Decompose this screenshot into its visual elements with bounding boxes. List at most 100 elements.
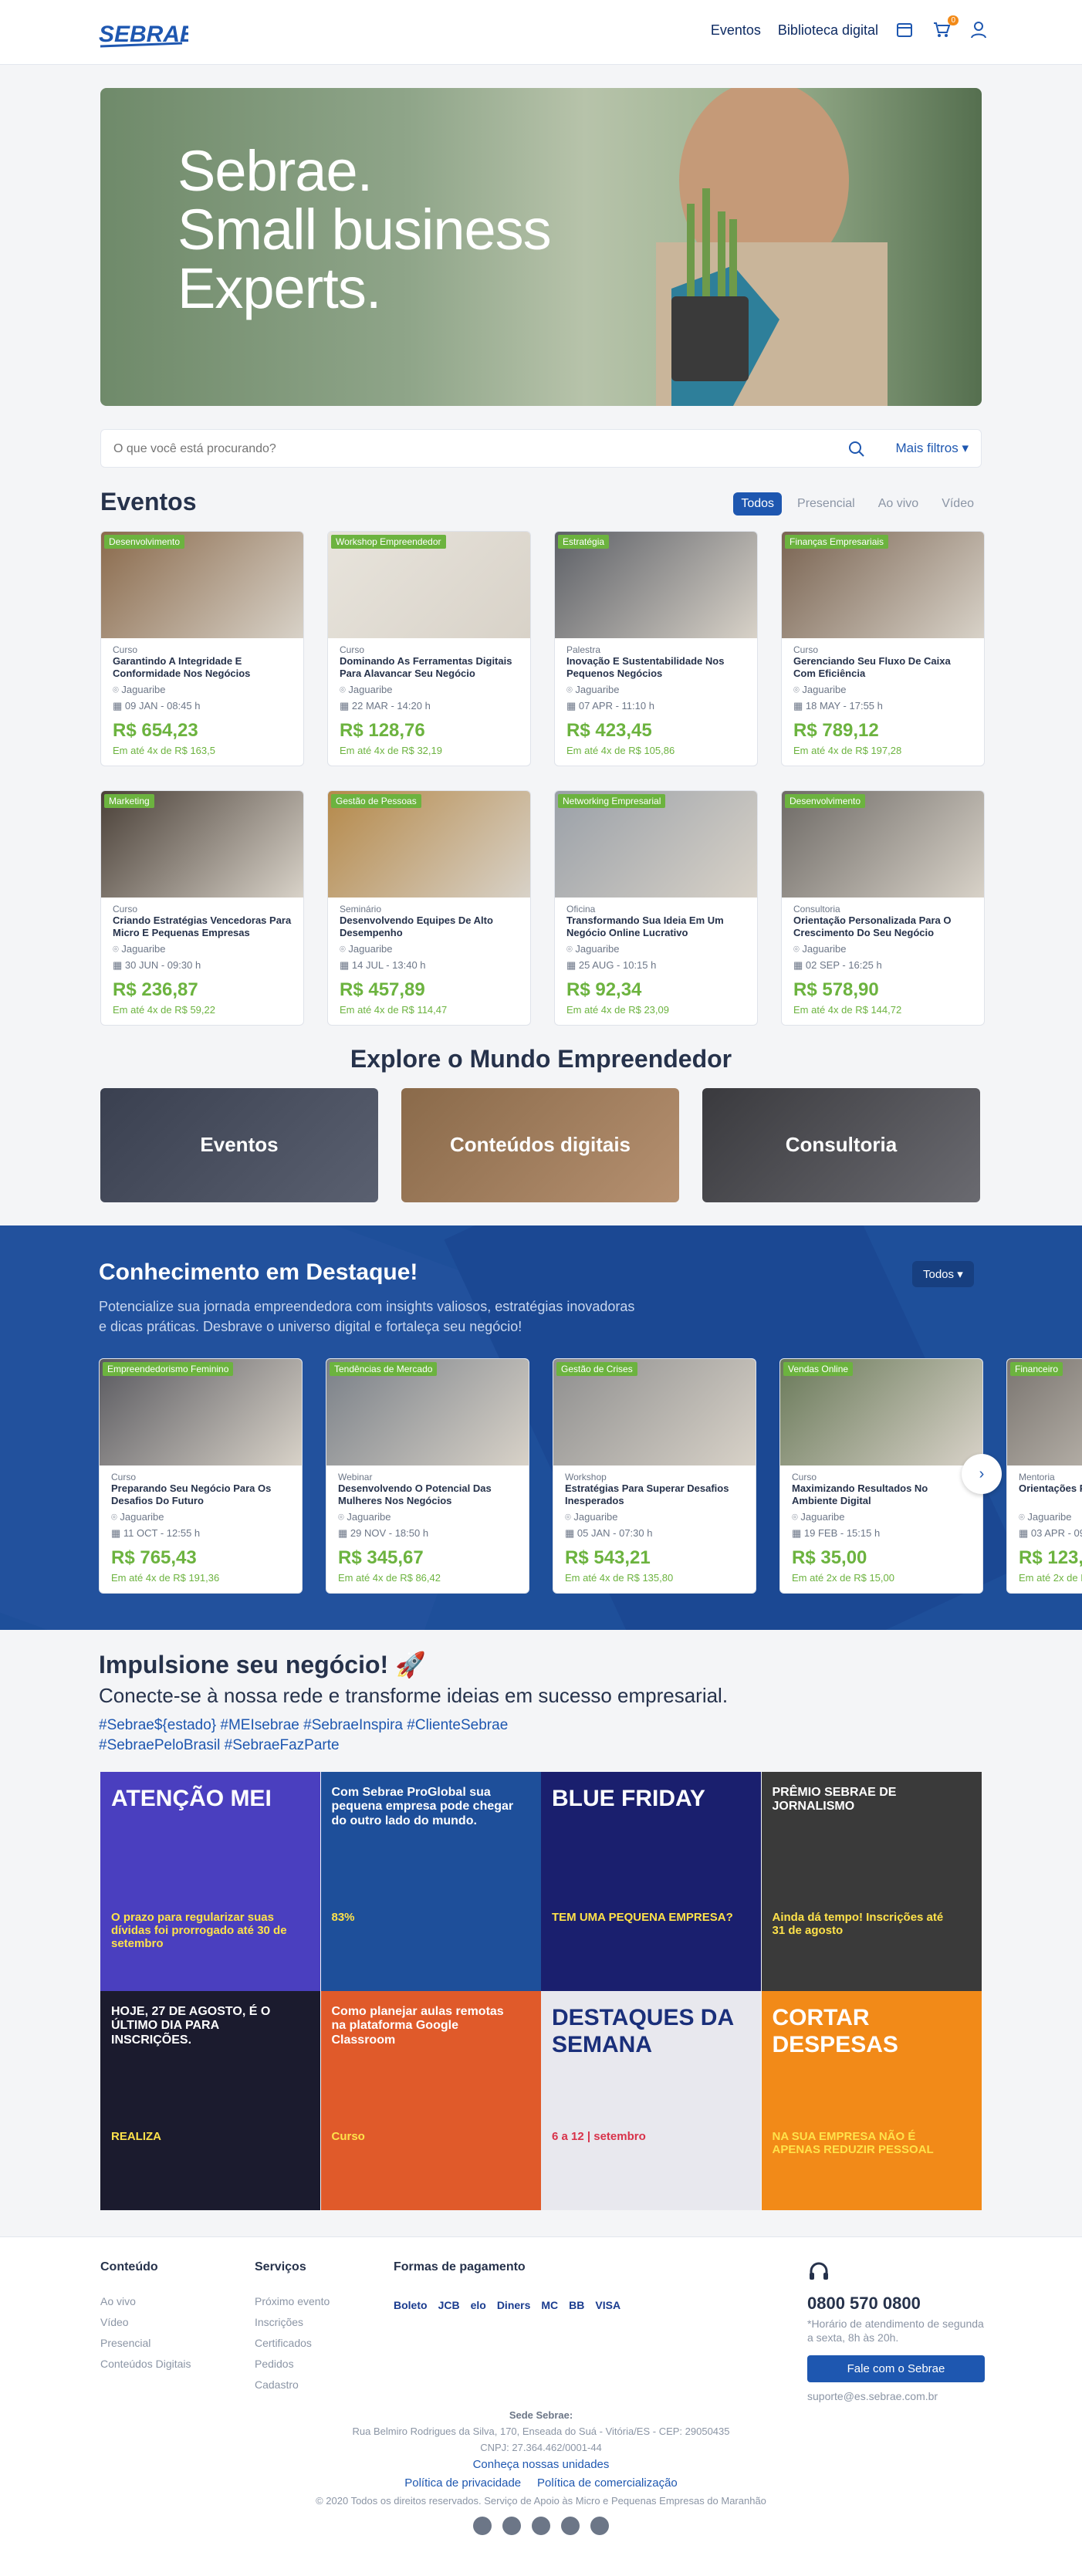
privacy-link[interactable]: Política de privacidade: [404, 2476, 521, 2490]
card-location: ⌾ Jaguaribe: [113, 943, 166, 955]
event-card[interactable]: Gestão de Pessoas Seminário Desenvolvendo …: [327, 790, 531, 1026]
support-email[interactable]: suporte@es.sebrae.com.br: [807, 2390, 985, 2402]
twitter-icon[interactable]: [502, 2517, 521, 2535]
card-type: Workshop: [565, 1472, 607, 1482]
event-card[interactable]: Tendências de Mercado Webinar Desenvolvend…: [326, 1358, 529, 1594]
social-post[interactable]: DESTAQUES DA SEMANA 6 a 12 | setembro: [541, 1991, 761, 2210]
elo-icon: elo: [470, 2299, 486, 2311]
footer-link[interactable]: Certificados: [255, 2333, 330, 2354]
instagram-icon[interactable]: [561, 2517, 580, 2535]
card-type: Curso: [792, 1472, 817, 1482]
card-date-text: 07 APR - 11:10 h: [578, 700, 654, 712]
main-nav: Eventos Biblioteca digital 0: [711, 15, 989, 40]
calendar-icon: ▦: [113, 700, 125, 712]
tile-consultoria[interactable]: Consultoria: [702, 1088, 980, 1202]
card-date: ▦ 18 MAY - 17:55 h: [793, 700, 883, 712]
event-card[interactable]: Desenvolvimento Curso Garantindo A Integri…: [100, 531, 304, 766]
card-installments: Em até 4x de R$ 114,47: [340, 1004, 448, 1016]
event-card[interactable]: Marketing Curso Criando Estratégias Venced…: [100, 790, 304, 1026]
card-date: ▦ 14 JUL - 13:40 h: [340, 959, 426, 972]
event-card[interactable]: Financeiro MentoriaOrientações Para Saúde…: [1006, 1358, 1082, 1594]
nav-biblioteca-digital[interactable]: Biblioteca digital: [778, 22, 878, 39]
user-icon[interactable]: [969, 20, 989, 40]
card-date-text: 11 OCT - 12:55 h: [123, 1527, 201, 1539]
calendar-icon: ▦: [113, 959, 125, 971]
social-post[interactable]: BLUE FRIDAY TEM UMA PEQUENA EMPRESA?: [541, 1772, 761, 1991]
footer-link[interactable]: Cadastro: [255, 2375, 330, 2395]
card-location-text: Jaguaribe: [348, 684, 393, 695]
post-subtext: Curso: [331, 2130, 365, 2143]
hashtags: #Sebrae${estado} #MEIsebrae #SebraeInspi…: [99, 1717, 509, 1753]
tab-video[interactable]: Vídeo: [934, 492, 982, 516]
footer-link[interactable]: Pedidos: [255, 2354, 330, 2375]
calendar-icon[interactable]: [895, 20, 915, 40]
facebook-icon[interactable]: [473, 2517, 492, 2535]
social-post[interactable]: ATENÇÃO MEI O prazo para regularizar suas…: [100, 1772, 320, 1991]
event-card[interactable]: Estratégia Palestra Inovação E Sustentabil…: [554, 531, 758, 766]
social-post[interactable]: HOJE, 27 DE AGOSTO, É O ÚLTIMO DIA PARA …: [100, 1991, 320, 2210]
card-date-text: 25 AUG - 10:15 h: [578, 959, 657, 971]
footer-link[interactable]: Inscrições: [255, 2312, 330, 2333]
highlight-filter-dropdown[interactable]: Todos ▾: [912, 1261, 974, 1287]
card-title: Maximizando Resultados No Ambiente Digit…: [792, 1482, 928, 1506]
card-installments: Em até 4x de R$ 105,86: [566, 745, 675, 756]
highlight-section: Conhecimento em Destaque! Potencialize s…: [0, 1225, 1082, 1630]
hero-banner: Sebrae. Small business Experts.: [100, 88, 982, 406]
tile-eventos[interactable]: Eventos: [100, 1088, 378, 1202]
event-card[interactable]: Gestão de Crises Workshop Estratégias Para…: [553, 1358, 756, 1594]
search-icon[interactable]: [848, 441, 865, 461]
social-post[interactable]: Com Sebrae ProGlobal sua pequena empresa…: [320, 1772, 541, 1991]
card-tag: Workshop Empreendedor: [331, 535, 446, 549]
card-location-text: Jaguaribe: [348, 943, 393, 955]
footer-col-title: Conteúdo: [100, 2260, 158, 2273]
card-price: R$ 236,87: [113, 979, 198, 1000]
more-filters-button[interactable]: Mais filtros ▾: [896, 441, 969, 456]
calendar-icon: ▦: [565, 1527, 577, 1539]
carousel-next-button[interactable]: ›: [962, 1454, 1002, 1494]
card-tag: Financeiro: [1010, 1362, 1063, 1376]
card-date: ▦ 02 SEP - 16:25 h: [793, 959, 882, 972]
card-location-text: Jaguaribe: [1027, 1511, 1072, 1523]
units-link[interactable]: Conheça nossas unidades: [0, 2456, 1082, 2474]
post-subtext: O prazo para regularizar suas dívidas fo…: [111, 1911, 287, 1950]
social-post[interactable]: PRÊMIO SEBRAE DE JORNALISMO Ainda dá temp…: [761, 1772, 982, 1991]
card-price: R$ 345,67: [338, 1547, 424, 1568]
cart-icon[interactable]: 0: [932, 15, 959, 40]
sebrae-logo[interactable]: SEBRAE: [97, 15, 188, 52]
hours-text: *Horário de atendimento de segunda a sex…: [807, 2317, 984, 2344]
event-card[interactable]: Desenvolvimento Consultoria Orientação Per…: [781, 790, 985, 1026]
calendar-icon: ▦: [340, 959, 352, 971]
calendar-icon: ▦: [566, 700, 579, 712]
event-card[interactable]: Finanças Empresariais Curso Gerenciando Se…: [781, 531, 985, 766]
social-post[interactable]: Como planejar aulas remotas na plataform…: [320, 1991, 541, 2210]
card-location: ⌾ Jaguaribe: [792, 1511, 845, 1523]
card-date-text: 19 FEB - 15:15 h: [803, 1527, 881, 1539]
tab-ao-vivo[interactable]: Ao vivo: [871, 492, 926, 516]
tab-todos[interactable]: Todos: [733, 492, 783, 516]
footer-link[interactable]: Conteúdos Digitais: [100, 2354, 191, 2375]
calendar-icon: ▦: [111, 1527, 123, 1539]
footer-link[interactable]: Vídeo: [100, 2312, 191, 2333]
card-installments: Em até 4x de R$ 86,42: [338, 1572, 441, 1584]
social-post[interactable]: CORTAR DESPESAS NA SUA EMPRESA NÃO É APEN…: [761, 1991, 982, 2210]
event-card[interactable]: Workshop Empreendedor Curso Dominando As F…: [327, 531, 531, 766]
card-installments: Em até 2x de R$ 61,72: [1019, 1572, 1082, 1584]
event-card[interactable]: Vendas Online Curso Maximizando Resultados…: [779, 1358, 983, 1594]
location-icon: ⌾: [340, 943, 349, 955]
nav-eventos[interactable]: Eventos: [711, 22, 761, 39]
footer-link[interactable]: Ao vivo: [100, 2291, 191, 2312]
tab-presencial[interactable]: Presencial: [790, 492, 863, 516]
tile-conteudos-digitais[interactable]: Conteúdos digitais: [401, 1088, 679, 1202]
fale-com-sebrae-button[interactable]: Fale com o Sebrae: [807, 2355, 985, 2382]
commerce-link[interactable]: Política de comercialização: [537, 2476, 678, 2490]
event-card[interactable]: Empreendedorismo Feminino Curso Preparando…: [99, 1358, 303, 1594]
search-input[interactable]: [113, 439, 808, 459]
card-location-text: Jaguaribe: [575, 684, 620, 695]
card-title: Estratégias Para Superar Desafios Inespe…: [565, 1482, 729, 1506]
whatsapp-icon[interactable]: [590, 2517, 609, 2535]
footer-link[interactable]: Próximo evento: [255, 2291, 330, 2312]
post-headline: Com Sebrae ProGlobal sua pequena empresa…: [331, 1786, 514, 1827]
medium-icon[interactable]: [532, 2517, 550, 2535]
event-card[interactable]: Networking Empresarial Oficina Transforman…: [554, 790, 758, 1026]
footer-link[interactable]: Presencial: [100, 2333, 191, 2354]
